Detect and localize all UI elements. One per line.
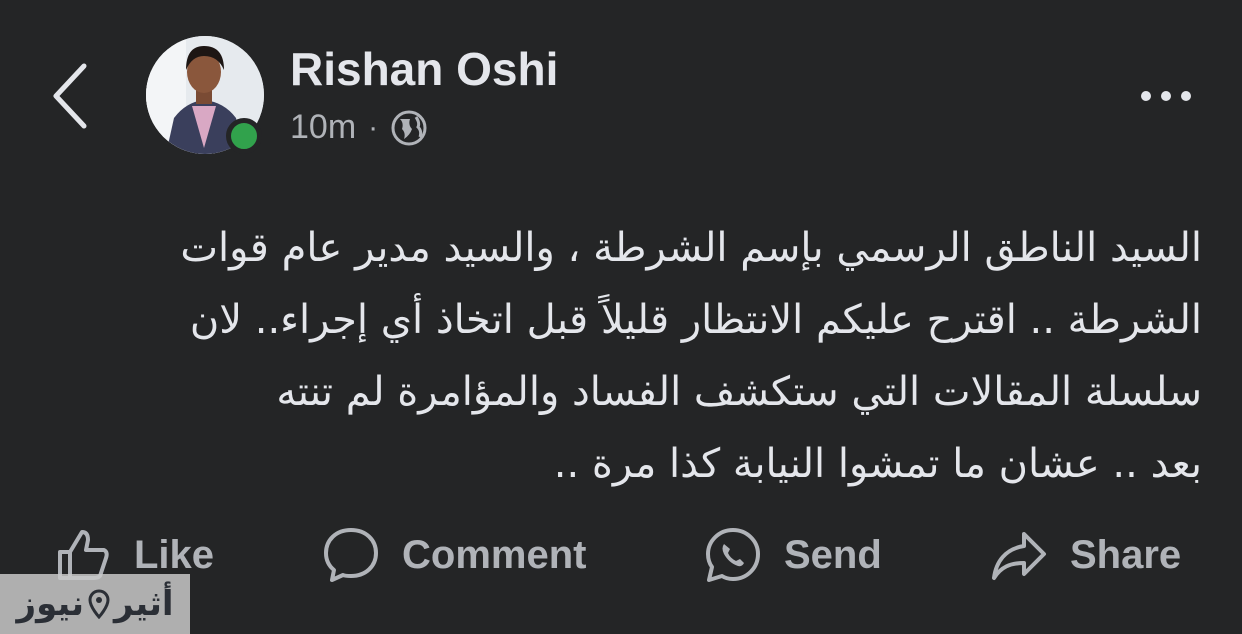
share-arrow-icon [992,532,1046,580]
share-label: Share [1070,532,1182,577]
more-options-button[interactable] [1136,78,1196,114]
online-status-dot [226,118,262,154]
watermark-word: نيوز [16,584,85,624]
more-dot [1181,91,1191,101]
send-button[interactable]: Send [704,520,882,590]
comment-bubble-icon [324,528,378,582]
comment-label: Comment [402,532,587,577]
post-line: الشرطة .. اقترح عليكم الانتظار قليلاً قب… [189,297,1202,343]
whatsapp-icon [706,528,760,582]
watermark-logo: أثير نيوز [0,574,190,634]
globe-icon[interactable] [390,109,428,147]
comment-button[interactable]: Comment [322,520,586,590]
post-time[interactable]: 10m [290,108,356,147]
post-text: السيد الناطق الرسمي بإسم الشرطة ، والسيد… [40,212,1202,500]
meta-separator: · [368,110,379,144]
author-name[interactable]: Rishan Oshi [290,42,558,96]
post-meta: 10m · [290,108,428,147]
share-button[interactable]: Share [990,520,1181,590]
post-line: السيد الناطق الرسمي بإسم الشرطة ، والسيد… [180,225,1202,271]
like-label: Like [134,532,215,577]
watermark-word: أثير [114,584,174,624]
post-line: بعد .. عشان ما تمشوا النيابة كذا مرة .. [553,441,1202,487]
more-dot [1141,91,1151,101]
send-label: Send [784,532,882,577]
post-line: سلسلة المقالات التي ستكشف الفساد والمؤام… [276,369,1202,415]
location-pin-icon [88,589,110,619]
chevron-left-icon [53,63,87,129]
more-dot [1161,91,1171,101]
back-button[interactable] [48,60,96,132]
